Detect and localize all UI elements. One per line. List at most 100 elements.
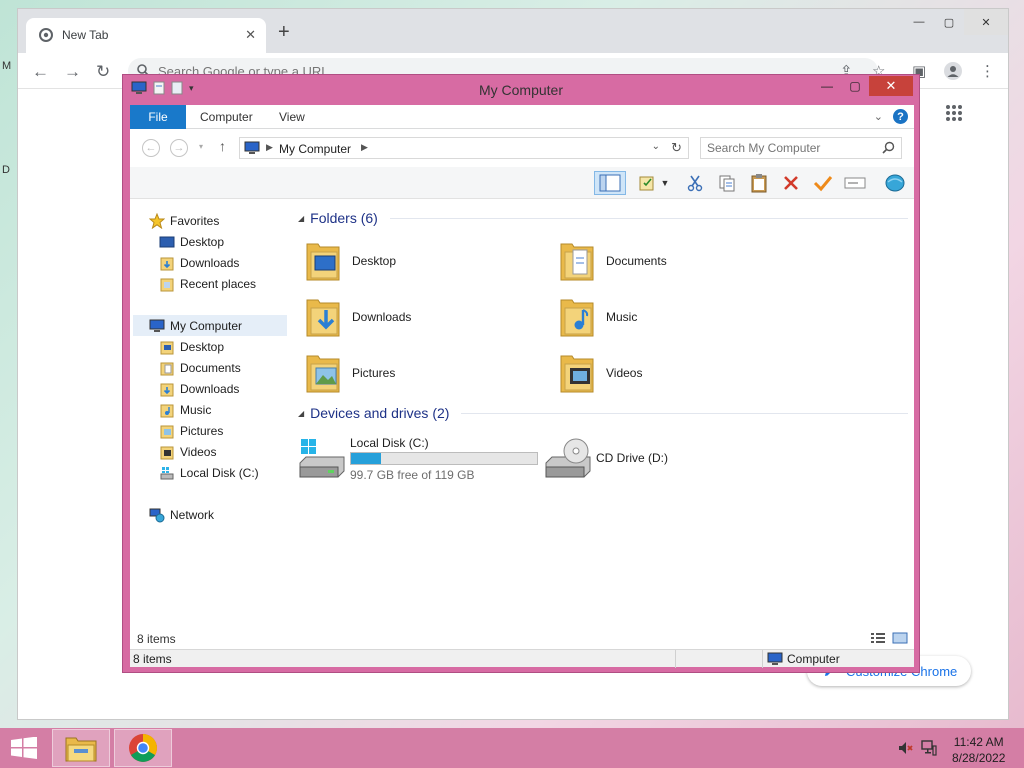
address-bar[interactable]: ▶ My Computer ▶ ⌄ ↻ [239, 137, 689, 159]
folder-tile-documents[interactable]: Documents [558, 235, 667, 287]
cut-icon[interactable] [682, 171, 708, 195]
folder-tile-music[interactable]: Music [558, 291, 637, 343]
folder-tile-pictures[interactable]: Pictures [304, 347, 395, 399]
explorer-close-button[interactable]: ✕ [869, 76, 913, 96]
chrome-maximize-button[interactable]: ▢ [934, 9, 964, 35]
taskbar-clock[interactable]: 11:42 AM 8/28/2022 [952, 734, 1005, 766]
chrome-back-icon[interactable]: ← [32, 62, 49, 82]
ribbon-expand-chevron-icon[interactable]: ⌄ [874, 110, 883, 123]
network-tray-icon[interactable] [921, 740, 937, 756]
videos-folder-icon [159, 444, 175, 460]
breadcrumb-child-chevron-icon[interactable]: ▶ [361, 142, 368, 153]
network-globe-icon[interactable] [882, 171, 908, 195]
clock-date: 8/28/2022 [952, 751, 1006, 765]
nav-favorites[interactable]: Favorites [149, 210, 219, 231]
breadcrumb-my-computer[interactable]: My Computer [279, 142, 351, 156]
nav-my-computer[interactable]: My Computer [133, 315, 287, 336]
taskbar-file-explorer[interactable] [52, 729, 110, 767]
drive-free-space: 99.7 GB free of 119 GB [350, 468, 475, 482]
chrome-window-controls: — ▢ ✕ [904, 9, 1008, 35]
chrome-app-icon [128, 733, 158, 763]
folder-label: Downloads [352, 310, 412, 324]
downloads-folder-icon [159, 255, 175, 271]
nav-fav-downloads-label: Downloads [180, 255, 240, 270]
google-apps-icon[interactable] [945, 104, 963, 122]
chrome-favicon-icon [39, 28, 53, 42]
nav-computer-documents-label: Documents [180, 360, 241, 375]
check-icon[interactable] [810, 171, 836, 195]
details-view-icon[interactable] [870, 632, 886, 644]
network-icon [149, 507, 165, 523]
pictures-folder-icon [304, 350, 342, 396]
drive-tile-cd[interactable]: CD Drive (D:) [534, 435, 734, 487]
nav-computer-desktop[interactable]: Desktop [159, 336, 224, 357]
preview-pane-icon[interactable] [594, 171, 626, 195]
large-icons-view-icon[interactable] [892, 632, 908, 644]
search-input[interactable] [707, 140, 877, 156]
file-explorer-icon [64, 733, 98, 763]
chrome-profile-icon[interactable] [944, 62, 962, 80]
explorer-minimize-button[interactable]: — [813, 76, 841, 96]
folder-tile-videos[interactable]: Videos [558, 347, 642, 399]
nav-computer-documents[interactable]: Documents [159, 357, 241, 378]
help-icon[interactable]: ? [893, 109, 908, 124]
properties-dropdown-icon[interactable]: ▼ [658, 171, 672, 195]
explorer-title-bar[interactable]: ▾ My Computer — ▢ ✕ [123, 75, 919, 105]
copy-icon[interactable] [714, 171, 740, 195]
windows-start-icon[interactable] [10, 737, 38, 759]
address-history-dropdown-icon[interactable]: ⌄ [652, 141, 660, 152]
chrome-menu-icon[interactable]: ⋮ [980, 62, 995, 80]
ribbon-tab-view[interactable]: View [279, 105, 305, 129]
chrome-reload-icon[interactable]: ↻ [96, 62, 110, 82]
back-button[interactable]: ← [142, 139, 160, 157]
videos-folder-icon [558, 350, 596, 396]
status-location: Computer [767, 652, 840, 666]
nav-fav-desktop[interactable]: Desktop [159, 231, 224, 252]
drive-name-d: CD Drive (D:) [596, 451, 668, 465]
drive-tile-local-disk[interactable]: Local Disk (C:) 99.7 GB free of 119 GB [298, 435, 548, 487]
nav-fav-recent-places[interactable]: Recent places [159, 273, 256, 294]
nav-network[interactable]: Network [149, 504, 214, 525]
chrome-new-tab-button[interactable]: + [278, 22, 290, 42]
recent-locations-chevron-icon[interactable]: ▾ [199, 142, 203, 151]
drive-usage-fill [351, 453, 381, 464]
folder-tile-desktop[interactable]: Desktop [304, 235, 396, 287]
taskbar-chrome[interactable] [114, 729, 172, 767]
nav-computer-downloads[interactable]: Downloads [159, 378, 239, 399]
folder-label: Videos [606, 366, 643, 380]
search-box[interactable] [700, 137, 902, 159]
nav-computer-videos[interactable]: Videos [159, 441, 216, 462]
chrome-close-button[interactable]: ✕ [964, 9, 1008, 35]
explorer-window-title: My Computer [478, 82, 564, 98]
up-one-level-icon[interactable]: ↑ [219, 138, 226, 154]
chrome-forward-icon[interactable]: → [64, 62, 81, 82]
rename-icon[interactable] [842, 171, 868, 195]
folder-tile-downloads[interactable]: Downloads [304, 291, 411, 343]
nav-computer-pictures[interactable]: Pictures [159, 420, 223, 441]
pictures-folder-icon [159, 423, 175, 439]
devices-group-header[interactable]: ◢ Devices and drives (2) [298, 405, 908, 421]
nav-favorites-label: Favorites [170, 213, 220, 228]
chrome-minimize-button[interactable]: — [904, 9, 934, 35]
downloads-folder-icon [159, 381, 175, 397]
paste-icon[interactable] [746, 171, 772, 195]
explorer-maximize-button[interactable]: ▢ [841, 76, 869, 96]
ribbon-tab-file[interactable]: File [130, 105, 186, 129]
chrome-tab-close-icon[interactable]: ✕ [245, 27, 256, 43]
delete-icon[interactable] [778, 171, 804, 195]
breadcrumb-separator-icon[interactable]: ▶ [266, 142, 273, 153]
forward-button[interactable]: → [170, 139, 188, 157]
refresh-icon[interactable]: ↻ [671, 140, 682, 156]
properties-icon[interactable] [634, 171, 660, 195]
ribbon-tab-computer[interactable]: Computer [200, 105, 253, 129]
desktop-edge-label-m: M [2, 60, 12, 72]
nav-computer-music[interactable]: Music [159, 399, 211, 420]
system-tray [897, 740, 937, 756]
explorer-window: ▾ My Computer — ▢ ✕ File Computer View ⌄… [122, 74, 920, 673]
nav-computer-local-disk[interactable]: Local Disk (C:) [159, 462, 259, 483]
folders-group-header[interactable]: ◢ Folders (6) [298, 210, 908, 226]
volume-muted-icon[interactable] [897, 740, 913, 756]
chrome-tab-new-tab[interactable]: New Tab ✕ [26, 18, 266, 53]
local-disk-icon [159, 465, 175, 481]
nav-fav-downloads[interactable]: Downloads [159, 252, 239, 273]
